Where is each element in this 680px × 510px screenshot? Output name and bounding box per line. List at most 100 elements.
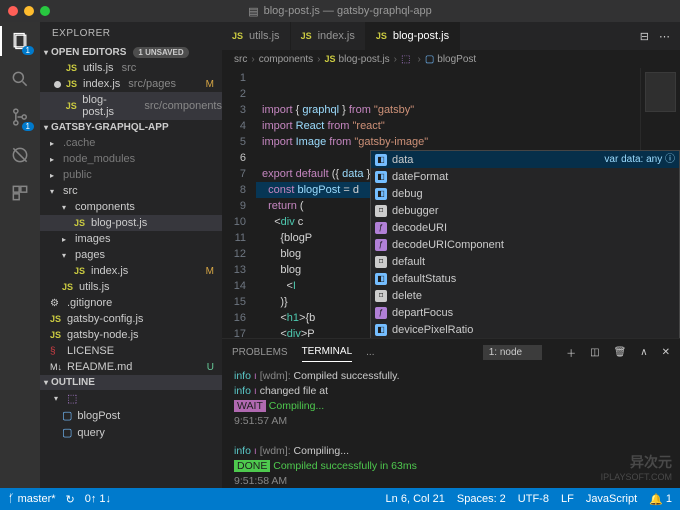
- outline-item[interactable]: ▢ query: [40, 424, 222, 441]
- folder-item[interactable]: ▸node_modules: [40, 151, 222, 167]
- problems-status[interactable]: 0↑ 1↓: [85, 493, 111, 505]
- breadcrumb-item[interactable]: JSblog-post.js: [325, 54, 390, 65]
- breadcrumbs[interactable]: src›components›JSblog-post.js›⬚›▢blogPos…: [222, 50, 680, 68]
- file-icon: ▤: [248, 5, 258, 18]
- chevron-down-icon: ▾: [44, 123, 48, 132]
- more-icon[interactable]: ⋯: [659, 30, 670, 43]
- suggest-widget[interactable]: ◧datavar data: any ⓘ◧dateFormat◧debug⌑de…: [370, 150, 680, 338]
- git-branch[interactable]: ᚶ master*: [8, 493, 56, 505]
- js-icon: JS: [376, 31, 388, 41]
- outline-item[interactable]: ▢ blogPost: [40, 407, 222, 424]
- open-editor-item[interactable]: JSutils.jssrc: [40, 60, 222, 76]
- open-editor-item[interactable]: JSindex.jssrc/pagesM: [40, 76, 222, 92]
- suggest-kind-icon: ƒ: [375, 307, 387, 319]
- outline-section[interactable]: ▾ OUTLINE: [40, 375, 222, 390]
- indentation[interactable]: Spaces: 2: [457, 493, 506, 506]
- js-icon: JS: [66, 63, 78, 73]
- suggest-kind-icon: ◧: [375, 171, 387, 183]
- gutter: 1234567891011121314151617181920: [222, 68, 256, 338]
- compare-icon[interactable]: ⊟: [640, 30, 649, 43]
- zoom-dot[interactable]: [40, 6, 50, 16]
- breadcrumb-item[interactable]: ⬚: [401, 54, 413, 65]
- suggest-item[interactable]: ◧defaultStatus: [371, 270, 679, 287]
- file-item[interactable]: JSutils.js: [40, 279, 222, 295]
- chevron-right-icon: ›: [317, 54, 320, 65]
- folder-item[interactable]: ▸images: [40, 231, 222, 247]
- scm-view-icon[interactable]: 1: [9, 106, 31, 128]
- file-item[interactable]: ⚙.gitignore: [40, 295, 222, 311]
- suggest-kind-icon: ◧: [375, 273, 387, 285]
- suggest-item[interactable]: ⌑delete: [371, 287, 679, 304]
- editor-tab[interactable]: JSindex.js: [291, 22, 366, 50]
- close-dot[interactable]: [8, 6, 18, 16]
- breadcrumb-item[interactable]: ▢blogPost: [425, 54, 476, 65]
- new-terminal-icon[interactable]: ＋: [566, 345, 576, 360]
- split-terminal-icon[interactable]: ◫: [590, 347, 599, 358]
- cursor-position[interactable]: Ln 6, Col 21: [386, 493, 445, 506]
- suggest-kind-icon: ◧: [375, 154, 387, 166]
- sync-icon[interactable]: ↻: [66, 493, 75, 506]
- folder-item[interactable]: ▸public: [40, 167, 222, 183]
- js-icon: JS: [232, 31, 244, 41]
- chevron-right-icon: ▸: [50, 171, 58, 180]
- suggest-item[interactable]: ƒdepartFocus: [371, 304, 679, 321]
- suggest-item[interactable]: ƒdecodeURI: [371, 219, 679, 236]
- file-item[interactable]: JSindex.jsM: [40, 263, 222, 279]
- file-item[interactable]: §LICENSE: [40, 343, 222, 359]
- file-item[interactable]: JSblog-post.js: [40, 215, 222, 231]
- panel-tab-problems[interactable]: PROBLEMS: [232, 343, 288, 362]
- minimize-dot[interactable]: [24, 6, 34, 16]
- panel-tabs: PROBLEMS TERMINAL ... 1: node ＋ ◫ 🗑 ∧ ✕: [222, 339, 680, 365]
- scm-badge: 1: [22, 122, 34, 131]
- notifications-icon[interactable]: 🔔 1: [649, 493, 672, 506]
- folder-item[interactable]: ▾pages: [40, 247, 222, 263]
- suggest-item[interactable]: ⌑default: [371, 253, 679, 270]
- suggest-item[interactable]: ⌑debugger: [371, 202, 679, 219]
- outline-item[interactable]: ▾⬚: [40, 390, 222, 407]
- panel-tab-terminal[interactable]: TERMINAL: [302, 342, 353, 362]
- chevron-right-icon: ›: [251, 54, 254, 65]
- kill-terminal-icon[interactable]: 🗑: [614, 347, 627, 358]
- language-mode[interactable]: JavaScript: [586, 493, 637, 506]
- editor[interactable]: 1234567891011121314151617181920 import {…: [222, 68, 680, 338]
- panel-tab-more[interactable]: ...: [366, 343, 374, 362]
- suggest-kind-icon: ⌑: [375, 290, 387, 302]
- file-item[interactable]: M↓README.mdU: [40, 359, 222, 375]
- breadcrumb-item[interactable]: src: [234, 54, 247, 65]
- suggest-item[interactable]: ◧devicePixelRatio: [371, 321, 679, 338]
- breadcrumb-item[interactable]: components: [259, 54, 313, 65]
- open-editor-item[interactable]: JSblog-post.jssrc/components: [40, 92, 222, 120]
- code-area[interactable]: import { graphql } from "gatsby"import R…: [256, 68, 640, 338]
- suggest-item[interactable]: ƒdecodeURIComponent: [371, 236, 679, 253]
- eol[interactable]: LF: [561, 493, 574, 506]
- project-section[interactable]: ▾ GATSBY-GRAPHQL-APP: [40, 120, 222, 135]
- explorer-view-icon[interactable]: 1: [9, 30, 31, 52]
- editor-tab[interactable]: JSblog-post.js: [366, 22, 460, 50]
- maximize-panel-icon[interactable]: ∧: [640, 347, 647, 358]
- js-icon: JS: [74, 266, 86, 276]
- extensions-view-icon[interactable]: [9, 182, 31, 204]
- close-panel-icon[interactable]: ✕: [662, 347, 670, 358]
- debug-view-icon[interactable]: [9, 144, 31, 166]
- file-item[interactable]: JSgatsby-node.js: [40, 327, 222, 343]
- js-icon: JS: [50, 330, 62, 340]
- file-icon: ⚙: [50, 298, 62, 309]
- folder-item[interactable]: ▾src: [40, 183, 222, 199]
- explorer-badge: 1: [22, 46, 34, 55]
- suggest-item[interactable]: ◧debug: [371, 185, 679, 202]
- suggest-item[interactable]: ◧datavar data: any ⓘ: [371, 151, 679, 168]
- folder-item[interactable]: ▾components: [40, 199, 222, 215]
- folder-item[interactable]: ▸.cache: [40, 135, 222, 151]
- open-editors-section[interactable]: ▾ OPEN EDITORS 1 UNSAVED: [40, 45, 222, 60]
- js-icon: JS: [66, 101, 78, 111]
- chevron-down-icon: ▾: [62, 203, 70, 212]
- suggest-item[interactable]: ◧dateFormat: [371, 168, 679, 185]
- license-icon: §: [50, 346, 62, 357]
- editor-tab[interactable]: JSutils.js: [222, 22, 291, 50]
- js-icon: JS: [62, 282, 74, 292]
- terminal-selector[interactable]: 1: node: [483, 345, 542, 360]
- file-item[interactable]: JSgatsby-config.js: [40, 311, 222, 327]
- encoding[interactable]: UTF-8: [518, 493, 549, 506]
- search-view-icon[interactable]: [9, 68, 31, 90]
- activity-bar: 1 1: [0, 22, 40, 488]
